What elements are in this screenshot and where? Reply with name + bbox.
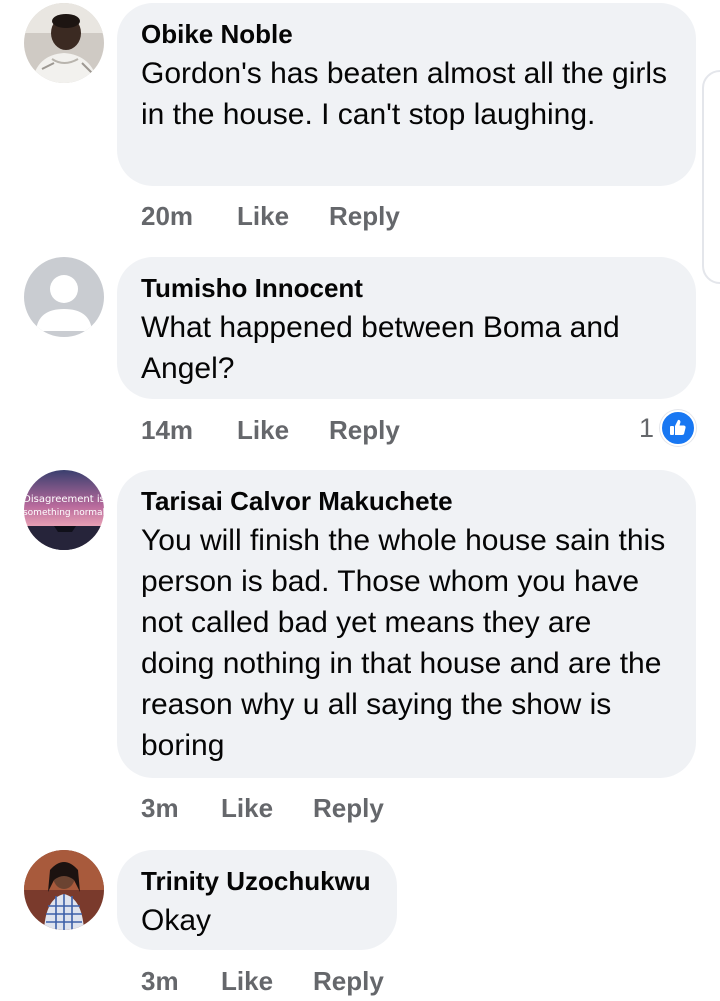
comment-bubble: Tumisho Innocent What happened between B… (117, 257, 696, 399)
comment-text: Okay (141, 904, 212, 937)
reaction-summary[interactable]: 1 (639, 408, 696, 448)
default-profile-icon (24, 257, 104, 337)
reply-button[interactable]: Reply (329, 410, 400, 450)
thumbs-up-icon (660, 410, 696, 446)
avatar[interactable] (24, 257, 104, 337)
comment-text: What happened between Boma and Angel? (141, 311, 620, 385)
like-button[interactable]: Like (221, 788, 273, 828)
sunset-sea-photo-icon: Disagreement is something normal (24, 470, 104, 550)
comment-bubble: Obike Noble Gordon's has beaten almost a… (117, 3, 696, 186)
comment-bubble: Trinity Uzochukwu Okay (117, 850, 397, 950)
like-button[interactable]: Like (221, 961, 273, 1001)
edge-panel (702, 70, 720, 284)
like-button[interactable]: Like (237, 410, 289, 450)
comment-bubble: Tarisai Calvor Makuchete You will finish… (117, 470, 696, 778)
comment-timestamp[interactable]: 20m (141, 196, 193, 236)
comment-text: You will finish the whole house sain thi… (141, 524, 666, 762)
reaction-count: 1 (638, 412, 654, 443)
avatar[interactable] (24, 3, 104, 83)
avatar[interactable] (24, 850, 104, 930)
comment-timestamp[interactable]: 3m (141, 788, 179, 828)
avatar-caption: something normal (24, 508, 104, 518)
comment-feed: Obike Noble Gordon's has beaten almost a… (0, 0, 720, 1001)
comment-timestamp[interactable]: 14m (141, 410, 193, 450)
comment-text: Gordon's has beaten almost all the girls… (141, 57, 668, 131)
user-photo-icon (24, 3, 104, 83)
reply-button[interactable]: Reply (313, 788, 384, 828)
reply-button[interactable]: Reply (329, 196, 400, 236)
comment-author[interactable]: Tumisho Innocent (141, 273, 672, 303)
comment-author[interactable]: Obike Noble (141, 19, 672, 49)
like-button[interactable]: Like (237, 196, 289, 236)
user-photo-icon (24, 850, 104, 930)
comment-author[interactable]: Tarisai Calvor Makuchete (141, 486, 672, 516)
comment-timestamp[interactable]: 3m (141, 961, 179, 1001)
avatar-caption: Disagreement is (24, 494, 104, 505)
comment-author[interactable]: Trinity Uzochukwu (141, 866, 373, 896)
avatar[interactable]: Disagreement is something normal (24, 470, 104, 550)
reply-button[interactable]: Reply (313, 961, 384, 1001)
